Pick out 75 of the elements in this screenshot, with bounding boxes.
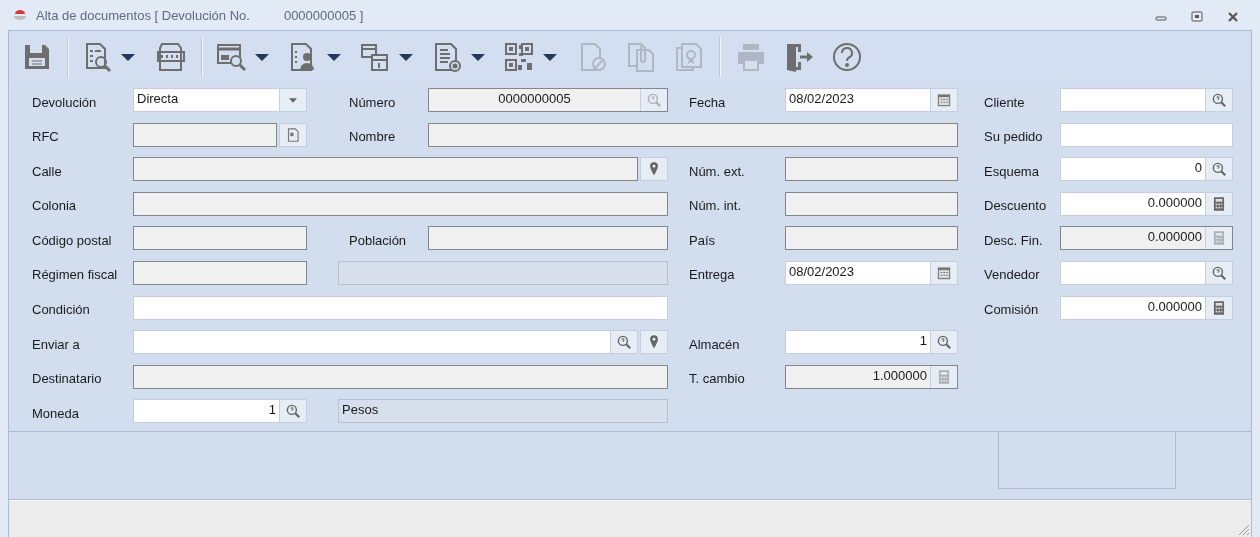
field-label: Almacén: [689, 335, 741, 352]
field-label: Nombre: [349, 128, 397, 145]
field-label: Cliente: [984, 93, 1026, 110]
lookup-field[interactable]: 0: [1060, 157, 1233, 182]
field-label: T. cambio: [689, 370, 746, 387]
search-button[interactable]: [1205, 261, 1232, 284]
lookup-field[interactable]: 1: [785, 330, 958, 355]
app-icon: [12, 7, 28, 23]
search-icon: [645, 91, 663, 109]
resize-grip-icon[interactable]: [1236, 522, 1250, 536]
date-field[interactable]: 08/02/2023: [785, 260, 958, 285]
document-button[interactable]: [279, 122, 307, 147]
field-label: País: [689, 231, 716, 248]
field-label: Descuento: [984, 197, 1048, 214]
field-label: Comisión: [984, 301, 1040, 318]
text-field[interactable]: [1060, 122, 1233, 147]
field-label: Fecha: [689, 93, 727, 110]
text-field[interactable]: [133, 295, 668, 320]
boxes-icon: [359, 41, 391, 73]
preview-search-icon: [215, 41, 247, 73]
maximize-icon: [1191, 11, 1203, 23]
field-label: Número: [349, 93, 397, 110]
field-label: Enviar a: [32, 335, 81, 352]
dropdown[interactable]: Directa: [133, 88, 307, 112]
lookup-field[interactable]: 1: [133, 399, 307, 424]
calendar-icon: [935, 91, 953, 109]
calendar-button[interactable]: [930, 89, 957, 111]
search-icon: [284, 402, 302, 421]
certificate-icon: [673, 41, 705, 73]
field-label: Destinatario: [32, 370, 103, 387]
search-button[interactable]: [930, 331, 957, 354]
help-icon: [831, 41, 863, 73]
field-label: RFC: [32, 128, 60, 145]
field-label: Colonia: [32, 197, 78, 214]
field-label: Moneda: [32, 404, 80, 421]
field-label: Su pedido: [984, 128, 1044, 145]
document-number: 0000000005 ]: [283, 7, 364, 23]
close-icon: [1227, 11, 1239, 23]
location-button[interactable]: [640, 330, 668, 355]
field-label: Núm. int.: [689, 197, 742, 214]
printer-icon: [735, 41, 767, 73]
search-button[interactable]: [1205, 158, 1232, 181]
caret-icon: [289, 97, 297, 103]
field-label: Condición: [32, 301, 91, 318]
field-label: Entrega: [689, 266, 736, 283]
field-label: Esquema: [984, 162, 1040, 179]
calendar-button[interactable]: [930, 261, 957, 284]
date-field[interactable]: 08/02/2023: [785, 88, 958, 112]
search-icon: [1210, 91, 1228, 109]
search-button[interactable]: [610, 331, 637, 354]
calculator-button[interactable]: [1205, 296, 1232, 319]
search-icon: [935, 333, 953, 352]
lookup-field[interactable]: [133, 330, 638, 355]
search-icon: [615, 333, 633, 352]
number-field[interactable]: 0.000000: [1060, 191, 1233, 216]
field-label: Código postal: [32, 231, 113, 248]
lookup-field[interactable]: [1060, 88, 1233, 112]
number-field[interactable]: 0.000000: [1060, 295, 1233, 320]
field-label: Régimen fiscal: [32, 266, 119, 283]
qr-code-icon: [503, 41, 535, 73]
field-label: Núm. ext.: [689, 162, 746, 179]
field-label: Población: [349, 231, 408, 248]
counter-icon: [155, 41, 187, 73]
attachment-icon: [625, 41, 657, 73]
search-button[interactable]: [279, 400, 306, 423]
lookup-field[interactable]: [1060, 260, 1233, 285]
window-title: Alta de documentos [ Devolución No.: [36, 7, 250, 23]
field-label: Vendedor: [984, 266, 1041, 283]
search-button[interactable]: [1205, 89, 1232, 111]
field-label: Calle: [32, 162, 63, 179]
location-button[interactable]: [640, 157, 668, 182]
field-label: Desc. Fin.: [984, 231, 1044, 248]
search-icon: [1210, 160, 1228, 179]
field-label: Devolución: [32, 93, 98, 110]
calculator-button[interactable]: [1205, 192, 1232, 215]
